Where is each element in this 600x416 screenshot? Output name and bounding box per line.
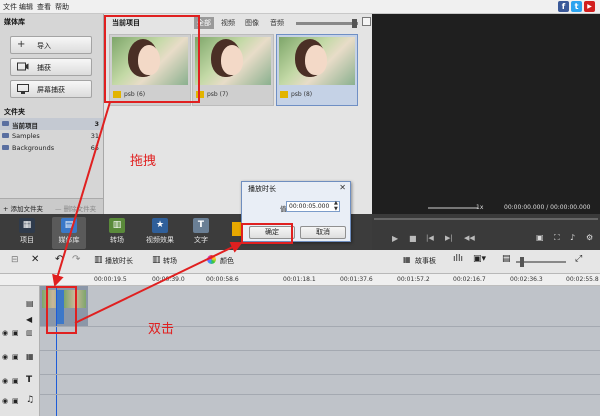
drag-annotation: 拖拽: [130, 154, 157, 169]
double-click-arrow: [74, 241, 243, 324]
double-click-annotation: 双击: [148, 322, 175, 337]
annotation-arrows: [52, 101, 243, 324]
drag-arrow: [52, 101, 111, 287]
